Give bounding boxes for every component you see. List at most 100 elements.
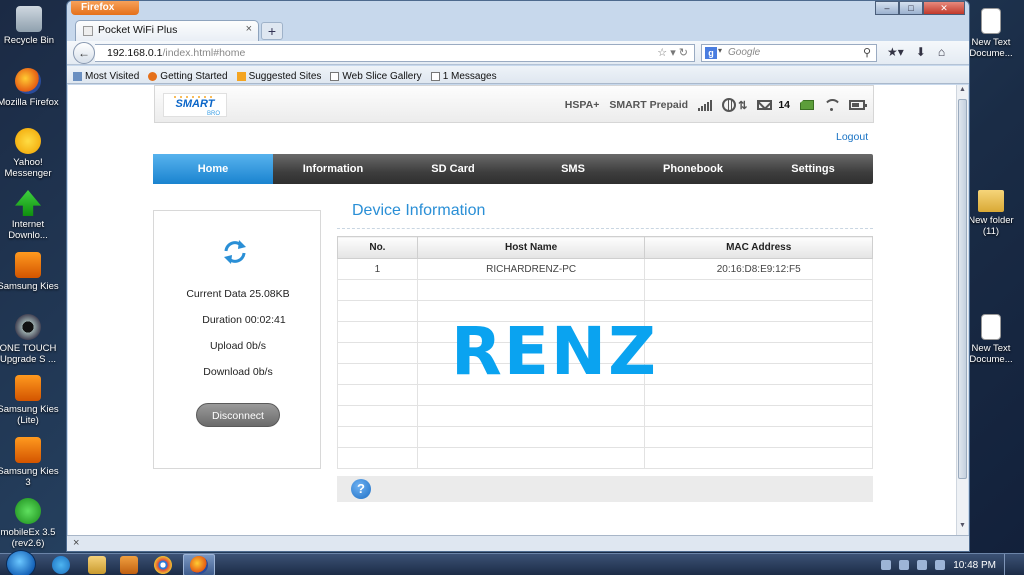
desktop-icon-kies[interactable]: Samsung Kies [0, 252, 59, 292]
url-bar[interactable]: 192.168.0.1/index.html#home ☆ ▾ ↻ [95, 44, 695, 62]
file-explorer-icon[interactable] [88, 556, 106, 574]
maximize-button[interactable]: □ [899, 1, 923, 15]
nav-sms[interactable]: SMS [513, 154, 633, 184]
firefox-menu-button[interactable]: Firefox [71, 1, 139, 15]
desktop-icon-label: mobileEx 3.5 (rev2.6) [0, 527, 56, 549]
refresh-icon[interactable] [220, 237, 250, 267]
desktop-icon-idm[interactable]: Internet Downlo... [0, 190, 59, 241]
title-bar[interactable]: Firefox – □ ✕ [67, 1, 969, 17]
search-icon[interactable]: ⚲ [863, 46, 871, 59]
taskbar-firefox-button[interactable] [183, 554, 215, 575]
search-input[interactable]: g ▾ Google ⚲ [701, 44, 877, 62]
nav-settings[interactable]: Settings [753, 154, 873, 184]
logout-link[interactable]: Logout [836, 131, 868, 143]
bookmark-getting-started[interactable]: Getting Started [148, 69, 228, 83]
table-cell-no: 1 [337, 258, 418, 280]
tab-bar: Pocket WiFi Plus × + [67, 17, 969, 41]
folder-icon [978, 190, 1004, 212]
url-bar-icons: ☆ ▾ ↻ [657, 46, 688, 59]
table-row-empty [337, 405, 873, 427]
show-desktop-button[interactable] [1004, 554, 1014, 575]
column-header-host-name: Host Name [416, 236, 646, 259]
search-engine-dropdown-icon[interactable]: ▾ [718, 46, 722, 55]
new-tab-button[interactable]: + [261, 22, 283, 40]
watermark-text: RENZ [451, 313, 658, 390]
current-data: Current Data 25.08KB [186, 288, 290, 300]
desktop-icon-recycle-bin[interactable]: Recycle Bin [0, 6, 60, 46]
bookmark-most-visited[interactable]: Most Visited [73, 69, 139, 83]
sms-mail-icon[interactable] [757, 100, 773, 110]
dropdown-icon[interactable]: ▾ [670, 47, 676, 59]
help-icon[interactable]: ? [351, 479, 371, 499]
reload-icon[interactable]: ↻ [679, 47, 688, 59]
nav-information[interactable]: Information [273, 154, 393, 184]
desktop-icon-label: ONE TOUCH Upgrade S ... [0, 343, 57, 365]
clock[interactable]: 10:48 PM [953, 560, 996, 571]
add-on-bar: × [67, 535, 969, 551]
window-controls: – □ ✕ [875, 1, 965, 15]
desktop-icon-yahoo[interactable]: Yahoo! Messenger [0, 128, 59, 179]
desktop-icon-label: New folder (11) [968, 215, 1014, 237]
main-navigation: Home Information SD Card SMS Phonebook S… [153, 154, 873, 184]
download-manager-icon [15, 190, 41, 216]
page-icon [330, 71, 340, 81]
suggested-sites-icon [236, 71, 246, 81]
system-tray: 10:48 PM [881, 554, 1024, 575]
desktop-icon-label: Samsung Kies [0, 281, 59, 292]
nav-phonebook[interactable]: Phonebook [633, 154, 753, 184]
desktop-icon-firefox[interactable]: Mozilla Firefox [0, 68, 59, 108]
table-cell-mac: 20:16:D8:E9:12:F5 [644, 258, 873, 280]
scroll-down-icon[interactable]: ▼ [957, 522, 968, 534]
nav-sd-card[interactable]: SD Card [393, 154, 513, 184]
sim-card-icon [800, 100, 814, 110]
router-header: SMART BRO HSPA+ SMART Prepaid ⇅ 14 [154, 85, 874, 123]
table-cell-host-name: RICHARDRENZ-PC [416, 258, 646, 280]
start-button[interactable] [6, 550, 36, 575]
page-content: SMART BRO HSPA+ SMART Prepaid ⇅ 14 Logou… [68, 85, 956, 535]
carrier-name: SMART Prepaid [609, 99, 689, 111]
desktop-icon-label: Recycle Bin [3, 35, 55, 46]
bookmark-messages[interactable]: 1 Messages [430, 69, 497, 83]
back-button[interactable]: ← [73, 42, 95, 64]
device-status-bar: HSPA+ SMART Prepaid ⇅ 14 [565, 98, 867, 112]
tab-pocket-wifi[interactable]: Pocket WiFi Plus × [75, 20, 259, 41]
desktop-icon-one-touch[interactable]: ONE TOUCH Upgrade S ... [0, 314, 59, 365]
close-button[interactable]: ✕ [923, 1, 965, 15]
desktop-icon-label: Samsung Kies (Lite) [0, 404, 59, 426]
tray-arrow-icon[interactable] [881, 560, 892, 570]
table-header-row: No. Host Name MAC Address [337, 236, 873, 259]
bookmark-star-icon[interactable]: ☆ [657, 47, 667, 59]
bookmark-web-slice-gallery[interactable]: Web Slice Gallery [330, 69, 422, 83]
bookmark-suggested-sites[interactable]: Suggested Sites [236, 69, 321, 83]
tray-network-icon[interactable] [917, 560, 928, 570]
tray-app-icon[interactable] [899, 560, 910, 570]
scrollbar-thumb[interactable] [958, 99, 967, 479]
text-document-icon [981, 314, 1001, 340]
home-icon[interactable]: ⌂ [938, 45, 945, 59]
title-divider [337, 228, 873, 229]
scroll-up-icon[interactable]: ▲ [957, 86, 968, 98]
bookmarks-menu-icon[interactable]: ★▾ [887, 45, 904, 59]
google-icon[interactable]: g [705, 47, 717, 59]
bookmark-label: Most Visited [85, 70, 140, 82]
media-player-icon[interactable] [120, 556, 138, 574]
close-tab-icon[interactable]: × [246, 23, 252, 35]
disconnect-button[interactable]: Disconnect [196, 403, 280, 427]
vertical-scrollbar[interactable]: ▲ ▼ [956, 85, 968, 535]
desktop-icon-kies3[interactable]: Samsung Kies 3 [0, 437, 59, 488]
chrome-icon[interactable] [154, 556, 172, 574]
yahoo-messenger-icon [15, 128, 41, 154]
internet-explorer-icon[interactable] [52, 556, 70, 574]
nav-home[interactable]: Home [153, 154, 273, 184]
minimize-button[interactable]: – [875, 1, 899, 15]
desktop-icon-mobileex[interactable]: mobileEx 3.5 (rev2.6) [0, 498, 59, 549]
desktop-icon-kies-lite[interactable]: Samsung Kies (Lite) [0, 375, 59, 426]
navigation-bar: ← 192.168.0.1/index.html#home ☆ ▾ ↻ g ▾ … [67, 41, 969, 65]
connection-duration: Duration 00:02:41 [202, 314, 286, 326]
tray-volume-icon[interactable] [935, 560, 946, 570]
samsung-kies-lite-icon [15, 375, 41, 401]
download-speed: Download 0b/s [203, 366, 273, 378]
close-add-on-bar-icon[interactable]: × [73, 537, 79, 549]
desktop-icon-label: Internet Downlo... [8, 219, 48, 241]
download-icon[interactable]: ⬇ [916, 45, 926, 59]
